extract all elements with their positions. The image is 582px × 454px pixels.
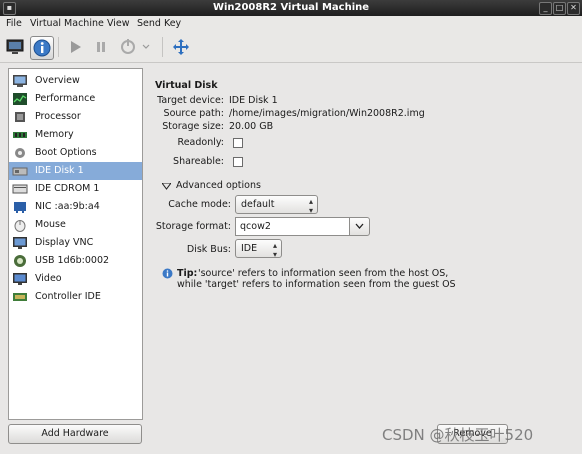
menu-send-key[interactable]: Send Key [137,18,181,29]
source-path-label: Source path: [163,108,224,119]
advanced-options-label: Advanced options [176,180,261,191]
display-icon [13,237,27,249]
menu-view[interactable]: View [107,18,130,29]
sidebar-item-performance[interactable]: Performance [9,90,142,108]
storage-format-value: qcow2 [240,221,271,232]
menu-virtual-machine[interactable]: Virtual Machine [30,18,104,29]
window-titlebar: ▪ Win2008R2 Virtual Machine _ □ ✕ [0,0,582,16]
sidebar-item-ide-cdrom[interactable]: IDE CDROM 1 [9,180,142,198]
disk-bus-select[interactable]: IDE ▴ ▾ [235,239,282,259]
cache-mode-value: default [241,199,275,210]
controller-icon [13,293,27,301]
sidebar-item-label: USB 1d6b:0002 [35,255,110,266]
cache-mode-select[interactable]: default ▴ ▾ [235,195,318,215]
details-info-icon[interactable] [30,36,54,60]
sidebar-item-nic[interactable]: NIC :aa:9b:a4 [9,198,142,216]
processor-icon [15,112,25,122]
video-icon [13,273,27,285]
storage-size-value: 20.00 GB [229,121,274,132]
spin-arrows-icon: ▴ ▾ [272,241,277,259]
add-hardware-button[interactable]: Add Hardware [8,424,142,444]
sidebar-item-controller-ide[interactable]: Controller IDE [9,288,142,306]
sidebar-item-label: IDE CDROM 1 [35,183,100,194]
storage-format-input[interactable]: qcow2 [235,217,350,236]
source-path-value: /home/images/migration/Win2008R2.img [229,108,425,119]
memory-icon [13,132,27,138]
tip-bold: Tip: [177,268,198,279]
sidebar-item-label: Video [35,273,62,284]
sidebar-item-usb[interactable]: USB 1d6b:0002 [9,252,142,270]
storage-format-label: Storage format: [155,221,231,232]
target-device-value: IDE Disk 1 [229,95,278,106]
shareable-label: Shareable: [173,156,224,167]
info-icon [162,268,173,279]
sidebar-item-mouse[interactable]: Mouse [9,216,142,234]
sidebar-item-label: Boot Options [35,147,97,158]
sidebar-item-label: Memory [35,129,74,140]
boot-options-icon [15,148,25,158]
tip-line-2: while 'target' refers to information see… [177,279,456,290]
sidebar-item-label: Controller IDE [35,291,101,302]
run-icon[interactable] [64,36,86,58]
tip-line-1: 'source' refers to information seen from… [198,268,449,279]
nic-icon [14,202,26,213]
section-heading: Virtual Disk [155,80,218,91]
advanced-options-toggle[interactable]: Advanced options [162,180,262,193]
sidebar-item-label: Processor [35,111,81,122]
sidebar-item-overview[interactable]: Overview [9,72,142,90]
fullscreen-icon[interactable] [170,36,192,58]
expander-arrow-icon [162,183,171,190]
performance-icon [13,93,27,105]
toolbar [0,32,582,63]
sidebar-item-processor[interactable]: Processor [9,108,142,126]
chevron-down-icon [355,223,364,229]
disk-details-panel: Virtual Disk Target device: IDE Disk 1 S… [144,64,582,454]
maximize-icon[interactable]: □ [553,2,566,15]
disk-bus-value: IDE [241,243,258,254]
storage-size-label: Storage size: [162,121,224,132]
sidebar-item-label: Overview [35,75,80,86]
sidebar-item-boot-options[interactable]: Boot Options [9,144,142,162]
pause-icon[interactable] [90,36,112,58]
console-monitor-icon[interactable] [4,36,26,58]
mouse-icon [14,220,26,232]
menubar: File Virtual Machine View Send Key [0,16,582,32]
minimize-icon[interactable]: _ [539,2,552,15]
sidebar-item-label: Display VNC [35,237,94,248]
shutdown-icon[interactable] [117,36,139,58]
spin-arrows-icon: ▴ ▾ [308,197,313,215]
hardware-list: Overview Performance Processor Memory Bo… [8,68,143,420]
storage-format-dropdown-button[interactable] [349,217,370,236]
sidebar-item-label: IDE Disk 1 [35,165,84,176]
readonly-label: Readonly: [177,137,224,148]
target-device-label: Target device: [157,95,224,106]
readonly-checkbox[interactable] [233,138,243,148]
close-icon[interactable]: ✕ [567,2,580,15]
sidebar-item-memory[interactable]: Memory [9,126,142,144]
cache-mode-label: Cache mode: [168,199,231,210]
sidebar-item-label: Mouse [35,219,66,230]
cdrom-icon [12,184,28,194]
window-title: Win2008R2 Virtual Machine [212,2,370,13]
sidebar-item-display-vnc[interactable]: Display VNC [9,234,142,252]
disk-icon [12,167,28,176]
sidebar-item-label: NIC :aa:9b:a4 [35,201,100,212]
shutdown-menu-icon[interactable] [140,36,152,58]
shareable-checkbox[interactable] [233,157,243,167]
usb-icon [14,255,26,267]
disk-bus-label: Disk Bus: [186,244,231,255]
menu-file[interactable]: File [6,18,22,29]
sidebar-item-ide-disk[interactable]: IDE Disk 1 [9,162,142,180]
watermark: CSDN @秋枝玉叶520 [382,426,534,444]
overview-icon [13,75,27,87]
sidebar-item-video[interactable]: Video [9,270,142,288]
sidebar-item-label: Performance [35,93,96,104]
